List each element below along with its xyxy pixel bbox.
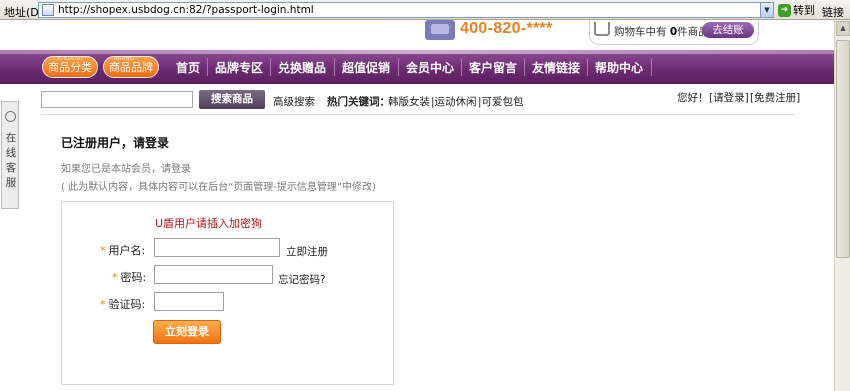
captcha-label-text: 验证码:: [108, 298, 146, 311]
register-link[interactable]: [免费注册]: [750, 90, 800, 105]
hot-keyword-link[interactable]: |可爱包包: [478, 94, 524, 109]
captcha-input[interactable]: [154, 292, 224, 311]
nav-item-messages[interactable]: 客户留言: [469, 59, 517, 76]
required-mark: *: [112, 271, 118, 284]
nav-separator: [524, 58, 525, 76]
hotline-number: 400-820-****: [460, 20, 553, 37]
category-small-text: CATEGORY: [53, 56, 84, 62]
site-header: 400-820-**** 购物车中有 0件商品 去结账: [0, 20, 834, 50]
nav-separator: [398, 58, 399, 76]
username-label-text: 用户名:: [108, 244, 146, 257]
nav-item-brand-zone[interactable]: 品牌专区: [215, 59, 263, 76]
online-support-tab[interactable]: 在线客服: [1, 101, 19, 209]
nav-item-help-center[interactable]: 帮助中心: [595, 59, 643, 76]
usb-key-notice: U盾用户请插入加密狗: [155, 217, 263, 230]
greeting-text: 您好！: [677, 92, 709, 104]
go-arrow-icon: ➜: [778, 3, 791, 17]
page-icon: [42, 4, 54, 16]
login-submit-button[interactable]: 立刻登录: [153, 320, 221, 344]
divider: [41, 114, 795, 115]
brand-label: 商品品牌: [109, 61, 153, 74]
required-mark: *: [100, 244, 106, 257]
nav-separator: [587, 58, 588, 76]
login-title: 已注册用户，请登录: [61, 136, 170, 150]
address-input[interactable]: http://shopex.usbdog.cn:82/?passport-log…: [38, 2, 774, 18]
nav-item-member-center[interactable]: 会员中心: [406, 59, 454, 76]
search-button[interactable]: 搜索商品: [199, 90, 265, 109]
links-button[interactable]: 链接: [822, 4, 844, 20]
nav-separator: [334, 58, 335, 76]
cart-box: 购物车中有 0件商品 去结账: [589, 20, 759, 45]
online-support-label: 在线客服: [5, 132, 17, 189]
hot-keywords-label: 热门关键词：: [327, 96, 390, 108]
password-label-text: 密码:: [120, 271, 147, 284]
checkout-button[interactable]: 去结账: [702, 22, 754, 38]
scroll-thumb[interactable]: [836, 40, 850, 258]
go-label: 转到: [793, 4, 815, 17]
cart-prefix: 购物车中有: [614, 26, 670, 38]
vertical-scrollbar[interactable]: ▲: [834, 20, 850, 391]
required-mark: *: [100, 298, 106, 311]
nav-separator: [461, 58, 462, 76]
brand-button[interactable]: BRAND 商品品牌: [103, 56, 159, 78]
nav-separator: [207, 58, 208, 76]
nav-item-links[interactable]: 友情链接: [532, 59, 580, 76]
hot-keyword-link[interactable]: |运动休闲: [431, 94, 477, 109]
password-input[interactable]: [154, 265, 273, 284]
phone-icon: [425, 20, 455, 40]
chevron-down-icon[interactable]: ▼: [760, 3, 773, 17]
nav-separator: [270, 58, 271, 76]
go-button[interactable]: ➜ 转到: [778, 2, 815, 18]
brand-small-text: BRAND: [114, 56, 135, 62]
nav-separator: [651, 58, 652, 76]
search-row: 搜索商品 高级搜索 热门关键词： 韩版女装 |运动休闲 |可爱包包 您好！ [请…: [0, 84, 834, 114]
category-label: 商品分类: [48, 61, 92, 74]
nav-item-promotions[interactable]: 超值促销: [342, 59, 390, 76]
captcha-label: * 验证码:: [100, 296, 145, 312]
register-now-link[interactable]: 立即注册: [286, 244, 328, 259]
login-form: U盾用户请插入加密狗 * 用户名: 立即注册 * 密码: 忘记密码? * 验证码: 立…: [61, 201, 394, 385]
search-input[interactable]: [41, 91, 193, 108]
nav-item-home[interactable]: 首页: [176, 59, 200, 76]
cart-icon: [594, 22, 610, 36]
username-label: * 用户名:: [100, 242, 145, 258]
category-button[interactable]: CATEGORY 商品分类: [42, 56, 98, 78]
forgot-password-link[interactable]: 忘记密码?: [278, 272, 326, 287]
nav-item-gifts[interactable]: 兑换赠品: [278, 59, 326, 76]
password-label: * 密码:: [112, 269, 146, 285]
browser-address-bar: 地址(D) http://shopex.usbdog.cn:82/?passpo…: [0, 0, 850, 20]
login-link[interactable]: [请登录]: [709, 90, 749, 105]
username-input[interactable]: [154, 238, 280, 257]
hot-keyword-link[interactable]: 韩版女装: [388, 94, 430, 109]
scroll-up-icon[interactable]: ▲: [836, 21, 850, 36]
address-url[interactable]: http://shopex.usbdog.cn:82/?passport-log…: [58, 4, 314, 16]
cart-summary: 购物车中有 0件商品: [614, 24, 709, 39]
advanced-search-link[interactable]: 高级搜索: [273, 94, 315, 109]
login-info: 如果您已是本站会员，请登录: [61, 164, 191, 175]
chat-icon: [5, 111, 16, 122]
login-info-note: ( 此为默认内容，具体内容可以在后台“页面管理-提示信息管理”中修改): [61, 182, 376, 193]
main-nav: CATEGORY 商品分类 BRAND 商品品牌 首页 品牌专区 兑换赠品 超值…: [0, 50, 834, 84]
